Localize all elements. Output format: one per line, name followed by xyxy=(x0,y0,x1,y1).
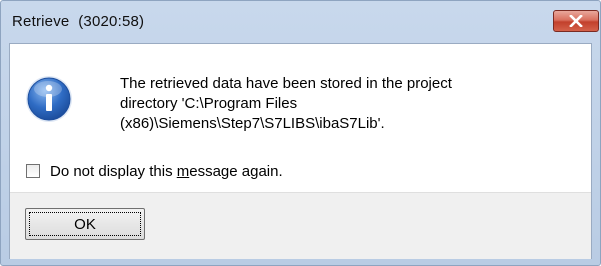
message-text: The retrieved data have been stored in t… xyxy=(120,74,560,134)
dont-show-again-option[interactable]: Do not display this message again. xyxy=(26,161,283,181)
dont-show-again-checkbox[interactable] xyxy=(26,164,40,178)
title-bar[interactable]: Retrieve (3020:58) xyxy=(1,1,600,43)
dont-show-again-label[interactable]: Do not display this message again. xyxy=(50,163,283,180)
message-line: directory 'C:\Program Files xyxy=(120,95,298,112)
close-icon xyxy=(569,15,583,27)
dialog-body: The retrieved data have been stored in t… xyxy=(9,43,592,259)
window-title: Retrieve (3020:58) xyxy=(12,13,145,30)
button-area: OK xyxy=(10,192,591,259)
ok-button-label: OK xyxy=(74,215,96,233)
message-dialog: Retrieve (3020:58) The retrieved data ha… xyxy=(0,0,601,266)
message-line: (x86)\Siemens\Step7\S7LIBS\ibaS7Lib'. xyxy=(120,115,385,132)
message-line: The retrieved data have been stored in t… xyxy=(120,75,452,92)
message-area: The retrieved data have been stored in t… xyxy=(10,44,591,192)
info-icon xyxy=(26,76,72,122)
close-button[interactable] xyxy=(553,10,599,32)
ok-button[interactable]: OK xyxy=(25,208,145,240)
